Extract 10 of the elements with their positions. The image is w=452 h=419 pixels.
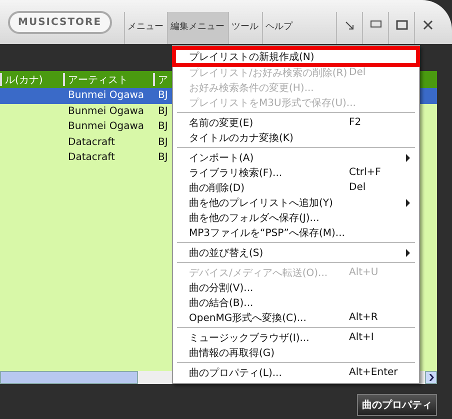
table-cell: BJ — [158, 90, 168, 102]
table-cell: BJ — [158, 106, 168, 117]
table-cell: Bunmei Ogawa — [68, 121, 144, 132]
table-cell: Datacraft — [68, 136, 115, 148]
table-cell: BJ — [158, 152, 168, 164]
table-cell: BJ — [158, 136, 168, 148]
table-cell: Bunmei Ogawa — [68, 90, 144, 102]
table-cell: Bunmei Ogawa — [68, 106, 144, 117]
table-cell: Datacraft — [68, 152, 115, 164]
table-cell: BJ — [158, 121, 168, 132]
